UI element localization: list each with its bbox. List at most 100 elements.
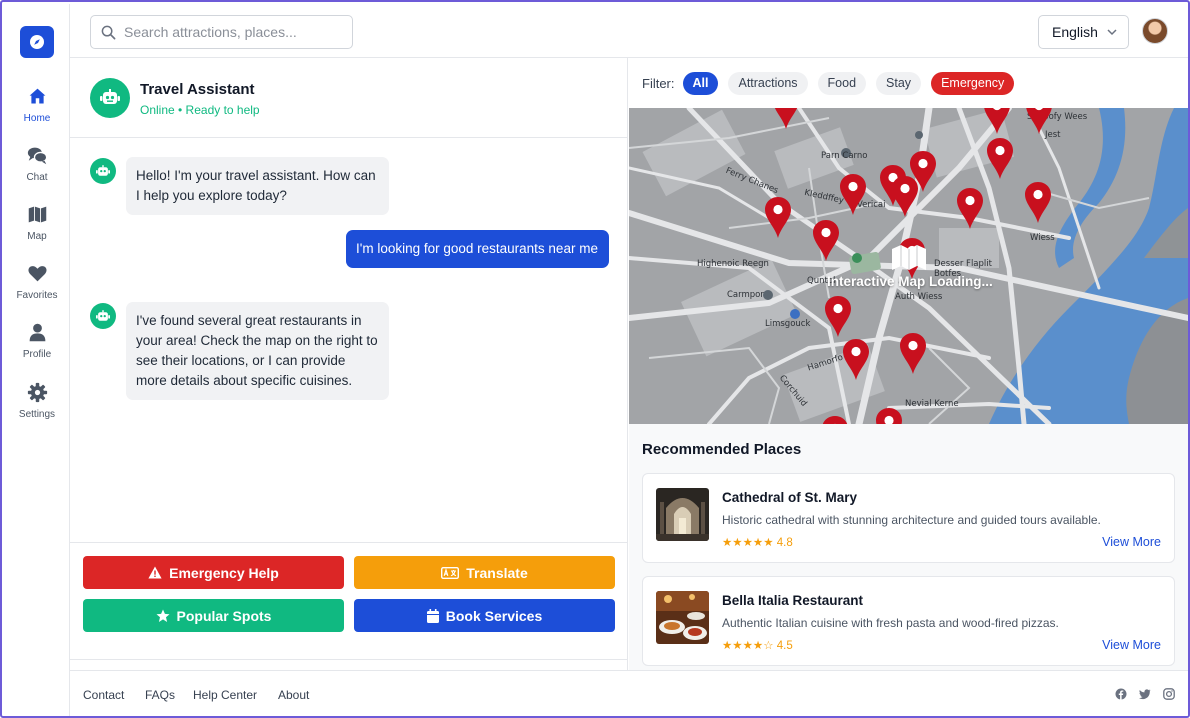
cathedral-image	[656, 488, 709, 541]
map-pin[interactable]	[984, 108, 1010, 134]
language-value: English	[1052, 24, 1098, 40]
map-pin[interactable]	[840, 174, 866, 215]
filter-chip-emergency[interactable]: Emergency	[931, 71, 1015, 95]
rating-stars: ★★★★★	[722, 537, 774, 549]
sidebar-item-chat[interactable]: Chat	[4, 145, 70, 195]
sidebar-item-label: Chat	[26, 172, 48, 183]
bot-message: Hello! I'm your travel assistant. How ca…	[126, 157, 389, 215]
search-icon	[101, 25, 116, 39]
robot-icon	[90, 158, 116, 184]
footer-link-contact[interactable]: Contact	[83, 688, 124, 702]
robot-icon	[90, 78, 130, 118]
map-pin[interactable]	[957, 188, 983, 229]
place-name: Cathedral of St. Mary	[722, 490, 858, 505]
rating-value: 4.8	[776, 537, 793, 549]
sidebar-item-label: Home	[23, 113, 51, 124]
footer: Contact FAQs Help Center About	[70, 670, 1188, 716]
quick-actions: Emergency Help Translate Popular Spots B…	[70, 542, 628, 660]
sidebar-item-map[interactable]: Map	[4, 204, 70, 254]
calendar-icon	[426, 608, 439, 623]
map-pin[interactable]	[765, 197, 791, 238]
restaurant-image	[656, 591, 709, 644]
user-icon	[29, 323, 45, 342]
footer-link-faqs[interactable]: FAQs	[145, 688, 175, 702]
home-icon	[29, 88, 45, 104]
star-icon	[156, 609, 170, 622]
popular-spots-button[interactable]: Popular Spots	[83, 599, 344, 632]
map-pin[interactable]	[987, 138, 1013, 179]
chat-title: Travel Assistant	[140, 81, 255, 98]
compass-logo-icon[interactable]	[20, 26, 54, 58]
place-card[interactable]: Bella Italia Restaurant Authentic Italia…	[642, 576, 1175, 666]
map-pin[interactable]	[813, 220, 839, 261]
place-rating: ★★★★☆ 4.5	[722, 638, 793, 652]
place-name: Bella Italia Restaurant	[722, 593, 864, 608]
map-pin[interactable]	[825, 296, 851, 337]
bot-message: I've found several great restaurants in …	[126, 302, 389, 400]
map-pin[interactable]	[822, 416, 848, 424]
chevron-down-icon	[1107, 29, 1117, 36]
map-loading-text: Interactive Map Loading...	[827, 274, 993, 289]
map-pin[interactable]	[876, 408, 902, 424]
avatar[interactable]	[1142, 18, 1168, 44]
chat-status: Online • Ready to help	[140, 103, 260, 117]
recommended-title: Recommended Places	[642, 441, 802, 458]
translate-button[interactable]: Translate	[354, 556, 615, 589]
chat-icon	[27, 147, 47, 165]
app-frame: Home Chat Map Favorites Profile Settings	[0, 0, 1190, 718]
book-services-label: Book Services	[445, 607, 543, 624]
filter-chip-stay[interactable]: Stay	[876, 71, 922, 95]
search-box[interactable]	[90, 15, 353, 49]
chat-panel: Travel Assistant Online • Ready to help …	[70, 58, 628, 674]
gear-icon	[27, 382, 47, 403]
instagram-icon[interactable]	[1163, 688, 1175, 700]
map-pin[interactable]	[1026, 108, 1052, 134]
map-pin[interactable]	[1025, 182, 1051, 223]
sidebar-item-label: Settings	[18, 409, 56, 420]
rating-value: 4.5	[776, 640, 793, 652]
facebook-icon[interactable]	[1115, 688, 1127, 700]
popular-spots-label: Popular Spots	[176, 607, 272, 624]
rating-stars: ★★★★☆	[722, 640, 774, 652]
place-description: Authentic Italian cuisine with fresh pas…	[722, 616, 1059, 630]
view-more-link[interactable]: View More	[1102, 638, 1161, 652]
sidebar-item-profile[interactable]: Profile	[4, 322, 70, 372]
place-rating: ★★★★★ 4.8	[722, 535, 793, 549]
emergency-help-label: Emergency Help	[169, 564, 279, 581]
sidebar-item-label: Favorites	[16, 290, 58, 301]
warning-icon	[148, 566, 162, 579]
filter-chip-all[interactable]: All	[682, 71, 719, 95]
twitter-icon[interactable]	[1139, 688, 1151, 700]
filter-bar: Filter: All Attractions Food Stay Emerge…	[629, 58, 1188, 108]
filter-label: Filter:	[642, 75, 675, 91]
translate-label: Translate	[466, 564, 528, 581]
map-pin[interactable]	[773, 108, 799, 129]
sidebar-item-settings[interactable]: Settings	[4, 382, 70, 432]
place-card[interactable]: Cathedral of St. Mary Historic cathedral…	[642, 473, 1175, 563]
sidebar-item-favorites[interactable]: Favorites	[4, 263, 70, 313]
search-input[interactable]	[124, 24, 344, 40]
map-view[interactable]: Sunbofy Wees Jest Parn Carno Ferry Chane…	[629, 108, 1188, 424]
sidebar-item-label: Map	[27, 231, 47, 242]
language-select[interactable]: English	[1038, 15, 1129, 49]
sidebar-item-home[interactable]: Home	[4, 86, 70, 136]
robot-icon	[90, 303, 116, 329]
map-pin[interactable]	[900, 333, 926, 374]
map-panel: Filter: All Attractions Food Stay Emerge…	[629, 58, 1188, 670]
footer-link-help-center[interactable]: Help Center	[193, 688, 257, 702]
map-icon	[28, 206, 46, 223]
emergency-help-button[interactable]: Emergency Help	[83, 556, 344, 589]
sidebar: Home Chat Map Favorites Profile Settings	[4, 4, 70, 716]
book-services-button[interactable]: Book Services	[354, 599, 615, 632]
filter-chip-food[interactable]: Food	[817, 71, 867, 95]
map-pin[interactable]	[843, 339, 869, 380]
place-description: Historic cathedral with stunning archite…	[722, 513, 1101, 527]
chat-header: Travel Assistant Online • Ready to help	[70, 58, 628, 138]
map-pin[interactable]	[892, 176, 918, 217]
heart-icon	[27, 266, 47, 282]
footer-link-about[interactable]: About	[278, 688, 309, 702]
view-more-link[interactable]: View More	[1102, 535, 1161, 549]
sidebar-item-label: Profile	[22, 349, 52, 360]
filter-chip-attractions[interactable]: Attractions	[728, 71, 808, 95]
translate-icon	[441, 566, 460, 579]
